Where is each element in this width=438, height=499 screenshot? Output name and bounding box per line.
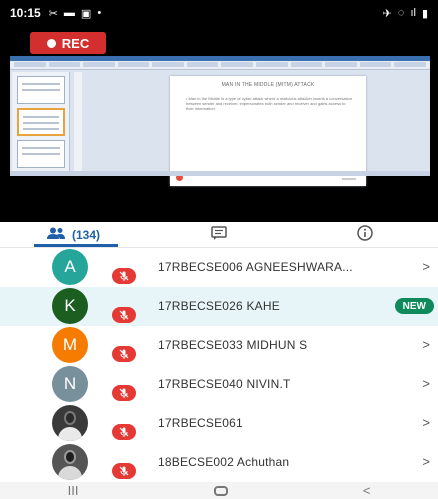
- mic-muted-icon: [112, 463, 136, 479]
- recents-icon[interactable]: III: [68, 483, 79, 498]
- mic-muted-icon: [112, 424, 136, 440]
- participant-row[interactable]: M 17RBECSE033 MIDHUN S >: [0, 326, 438, 365]
- system-icons: ✈ ◌ ıl ▮: [383, 7, 428, 20]
- slide-thumbnails: [12, 72, 70, 172]
- participant-count: (134): [71, 227, 100, 242]
- participant-list[interactable]: A 17RBECSE006 AGNEESHWARA... > K 17RBECS…: [0, 248, 438, 482]
- missed-call-icon: ✂: [48, 7, 58, 20]
- slide-title: MAN IN THE MIDDLE (MITM) ATTACK: [221, 82, 315, 88]
- status-bar: 10:15 ✂ ▬ ▣ • ✈ ◌ ıl ▮: [0, 0, 438, 26]
- notification-icons: ✂ ▬ ▣ •: [49, 7, 101, 20]
- participant-name: 17RBECSE026 KAHE: [158, 299, 280, 313]
- mic-muted-icon: [112, 307, 136, 323]
- signal-icon: ıl: [410, 6, 416, 19]
- shared-screen[interactable]: REC MAN IN THE MIDDLE (MITM) ATTACK • Ma…: [0, 26, 438, 222]
- ribbon-tools: [14, 62, 426, 69]
- avatar: A: [52, 249, 88, 285]
- slide-thumbnail-active: [17, 108, 65, 136]
- ppt-status-bar: [10, 171, 430, 176]
- participant-row[interactable]: K 17RBECSE026 KAHE NEW: [0, 287, 438, 326]
- android-nav-bar: III <: [0, 482, 438, 499]
- participant-row[interactable]: A 17RBECSE006 AGNEESHWARA... >: [0, 248, 438, 287]
- dot-icon: •: [97, 6, 102, 19]
- ribbon-tabbar: [10, 56, 430, 61]
- mic-muted-icon: [112, 268, 136, 284]
- rec-button[interactable]: REC: [30, 32, 106, 54]
- chevron-right-icon[interactable]: >: [422, 376, 430, 391]
- record-icon: [46, 38, 56, 48]
- presentation-window: MAN IN THE MIDDLE (MITM) ATTACK • Man in…: [10, 56, 430, 186]
- avatar: N: [52, 366, 88, 402]
- rec-label: REC: [61, 35, 90, 51]
- participant-row[interactable]: N 17RBECSE040 NIVIN.T >: [0, 365, 438, 404]
- current-slide: MAN IN THE MIDDLE (MITM) ATTACK • Man in…: [170, 76, 366, 186]
- chevron-right-icon[interactable]: >: [422, 454, 430, 469]
- gallery-icon: ▣: [80, 7, 92, 20]
- mic-muted-icon: [112, 346, 136, 362]
- avatar: K: [52, 288, 88, 324]
- wifi-icon: ◌: [397, 6, 405, 19]
- slide-thumbnail: [17, 140, 65, 168]
- home-icon[interactable]: [213, 485, 228, 496]
- chevron-right-icon[interactable]: >: [422, 415, 430, 430]
- participant-row[interactable]: 17RBECSE061 >: [0, 404, 438, 443]
- participant-name: 17RBECSE033 MIDHUN S: [158, 338, 308, 352]
- slide-body: • Man in the Middle is a type of cyber-a…: [186, 96, 352, 111]
- participant-name: 17RBECSE006 AGNEESHWARA...: [158, 260, 353, 274]
- participant-name: 17RBECSE040 NIVIN.T: [158, 377, 291, 391]
- avatar-photo: [52, 444, 88, 480]
- new-badge: NEW: [394, 298, 434, 314]
- participant-name: 17RBECSE061: [158, 416, 243, 430]
- chat-icon: [211, 226, 227, 243]
- tab-chat[interactable]: [146, 222, 292, 247]
- message-icon: ▬: [63, 6, 75, 19]
- battery-icon: ▮: [421, 7, 428, 20]
- slide-footer: [342, 178, 356, 180]
- mic-muted-icon: [112, 385, 136, 401]
- participant-name: 18BECSE002 Achuthan: [158, 455, 290, 469]
- editor-scrollbar: [74, 72, 82, 172]
- tab-participants[interactable]: (134): [0, 222, 146, 247]
- avatar: M: [52, 327, 88, 363]
- mute-icon: ✈: [382, 7, 392, 20]
- back-icon[interactable]: <: [363, 483, 371, 498]
- info-icon: [357, 225, 373, 244]
- tab-info[interactable]: [292, 222, 438, 247]
- status-time: 10:15: [10, 6, 41, 20]
- avatar-photo: [52, 405, 88, 441]
- panel-tabs: (134): [0, 222, 438, 248]
- ribbon: [10, 56, 430, 70]
- participant-row[interactable]: 18BECSE002 Achuthan >: [0, 443, 438, 482]
- slide-thumbnail: [17, 76, 65, 104]
- chevron-right-icon[interactable]: >: [422, 337, 430, 352]
- chevron-right-icon[interactable]: >: [422, 259, 430, 274]
- people-icon: [46, 227, 66, 242]
